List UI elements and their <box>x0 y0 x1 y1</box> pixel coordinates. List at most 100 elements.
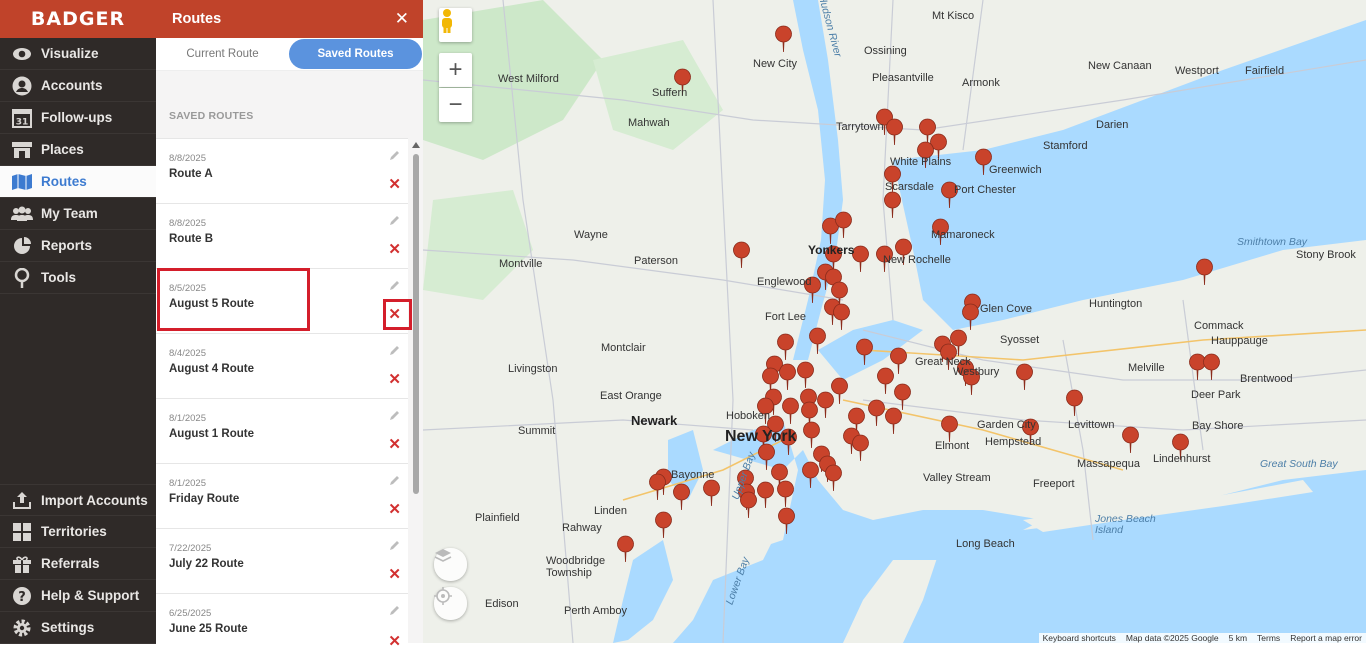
eye-icon <box>11 44 33 64</box>
map-label: Long Beach <box>956 538 1015 550</box>
routes-panel: Routes ✕ Current Route Saved Routes SAVE… <box>156 0 424 649</box>
map-label: Livingston <box>508 363 558 375</box>
delete-icon[interactable]: ✕ <box>388 502 401 517</box>
pencil-icon[interactable] <box>388 344 400 356</box>
nav-item-import-accounts[interactable]: Import Accounts <box>0 484 156 516</box>
list-item[interactable]: 8/1/2025 August 1 Route ✕ <box>156 398 408 463</box>
map-label: West Milford <box>498 73 559 85</box>
list-item[interactable]: 8/8/2025 Route B ✕ <box>156 203 408 268</box>
tab-current-route[interactable]: Current Route <box>156 39 289 69</box>
route-name: Route A <box>169 168 213 180</box>
tab-saved-routes[interactable]: Saved Routes <box>289 39 422 69</box>
map-label: Westbury <box>953 366 1000 378</box>
delete-icon[interactable]: ✕ <box>388 242 401 257</box>
list-item[interactable]: 7/22/2025 July 22 Route ✕ <box>156 528 408 593</box>
nav-item-places[interactable]: Places <box>0 134 156 166</box>
nav-bottom: Import Accounts Territories Referrals ? … <box>0 484 156 644</box>
route-name: August 5 Route <box>169 298 254 310</box>
pencil-icon[interactable] <box>388 604 400 616</box>
nav-item-tools[interactable]: Tools <box>0 262 156 294</box>
map[interactable]: New City West Milford Suffern Mahwah Oss… <box>423 0 1366 643</box>
map-pin-icon <box>777 333 794 361</box>
nav-item-referrals[interactable]: Referrals <box>0 548 156 580</box>
delete-icon[interactable]: ✕ <box>388 177 401 192</box>
map-pin-icon <box>852 434 869 462</box>
upload-icon <box>11 490 33 510</box>
report-error-link[interactable]: Report a map error <box>1290 633 1362 643</box>
route-name: Friday Route <box>169 493 240 505</box>
street-view-pegman-icon[interactable] <box>439 8 472 42</box>
scroll-up-icon[interactable] <box>412 142 420 148</box>
route-name: August 4 Route <box>169 363 254 375</box>
list-item[interactable]: 8/4/2025 August 4 Route ✕ <box>156 333 408 398</box>
map-label: Paterson <box>634 255 679 267</box>
pencil-icon[interactable] <box>388 409 400 421</box>
map-label: Bay Shore <box>1192 420 1244 432</box>
map-label: Montville <box>499 258 543 270</box>
pencil-icon[interactable] <box>388 539 400 551</box>
keyboard-shortcuts-link[interactable]: Keyboard shortcuts <box>1043 633 1116 643</box>
map-label: Armonk <box>962 77 1000 89</box>
delete-icon[interactable]: ✕ <box>388 372 401 387</box>
chart-icon <box>11 236 33 256</box>
delete-icon[interactable]: ✕ <box>388 307 401 322</box>
map-icon <box>11 172 33 192</box>
panel-header: Routes ✕ <box>156 0 423 38</box>
terms-link[interactable]: Terms <box>1257 633 1280 643</box>
nav-item-reports[interactable]: Reports <box>0 230 156 262</box>
map-pin-icon <box>655 511 672 539</box>
map-label: Fairfield <box>1245 65 1285 77</box>
nav-item-routes[interactable]: Routes <box>0 166 156 198</box>
map-pin-icon <box>825 464 842 492</box>
list-item[interactable]: 8/8/2025 Route A ✕ <box>156 138 408 203</box>
nav-label: Help & Support <box>41 588 140 603</box>
nav-label: Settings <box>41 620 95 635</box>
close-icon[interactable]: ✕ <box>395 9 409 29</box>
list-item[interactable]: 6/25/2025 June 25 Route ✕ <box>156 593 408 649</box>
nav-item-settings[interactable]: Settings <box>0 612 156 644</box>
map-label: Stamford <box>1043 140 1088 152</box>
zoom-out-button[interactable]: − <box>439 88 472 122</box>
zoom-in-button[interactable]: + <box>439 53 472 87</box>
route-tabs: Current Route Saved Routes <box>156 38 423 71</box>
nav-item-help-support[interactable]: ? Help & Support <box>0 580 156 612</box>
team-icon <box>11 204 33 224</box>
map-label: Linden <box>594 505 628 517</box>
route-name: June 25 Route <box>169 623 248 635</box>
map-label: Levittown <box>1068 419 1115 431</box>
logo[interactable]: BADGER <box>0 0 156 38</box>
route-date: 7/22/2025 <box>169 543 212 554</box>
nav-item-follow-ups[interactable]: 31 Follow-ups <box>0 102 156 134</box>
scale-bar[interactable]: 5 km <box>1229 633 1247 643</box>
pencil-icon[interactable] <box>388 149 400 161</box>
map-label: Glen Cove <box>980 303 1032 315</box>
scrollbar[interactable] <box>412 142 420 642</box>
route-date: 8/4/2025 <box>169 348 206 359</box>
delete-icon[interactable]: ✕ <box>388 634 401 649</box>
nav-item-visualize[interactable]: Visualize <box>0 38 156 70</box>
nav-item-my-team[interactable]: My Team <box>0 198 156 230</box>
pencil-icon[interactable] <box>388 214 400 226</box>
map-pin-icon <box>890 347 907 375</box>
nav-label: Accounts <box>41 78 103 93</box>
route-date: 8/8/2025 <box>169 218 206 229</box>
map-pin-icon <box>775 25 792 53</box>
locate-me-icon[interactable] <box>434 587 467 620</box>
list-item[interactable]: 8/5/2025 August 5 Route ✕ <box>156 268 408 333</box>
nav-label: Follow-ups <box>41 110 113 125</box>
map-pin-icon <box>649 473 666 501</box>
list-item[interactable]: 8/1/2025 Friday Route ✕ <box>156 463 408 528</box>
pencil-icon[interactable] <box>388 279 400 291</box>
map-label: Tarrytown <box>836 121 884 133</box>
layers-icon[interactable] <box>434 548 467 581</box>
scrollbar-thumb[interactable] <box>413 154 419 494</box>
map-label: Brentwood <box>1240 373 1293 385</box>
pencil-icon[interactable] <box>388 474 400 486</box>
map-label: Syosset <box>1000 334 1040 346</box>
nav-item-territories[interactable]: Territories <box>0 516 156 548</box>
delete-icon[interactable]: ✕ <box>388 567 401 582</box>
nav-label: Places <box>41 142 84 157</box>
delete-icon[interactable]: ✕ <box>388 437 401 452</box>
map-pin-icon <box>779 363 796 391</box>
nav-item-accounts[interactable]: Accounts <box>0 70 156 102</box>
